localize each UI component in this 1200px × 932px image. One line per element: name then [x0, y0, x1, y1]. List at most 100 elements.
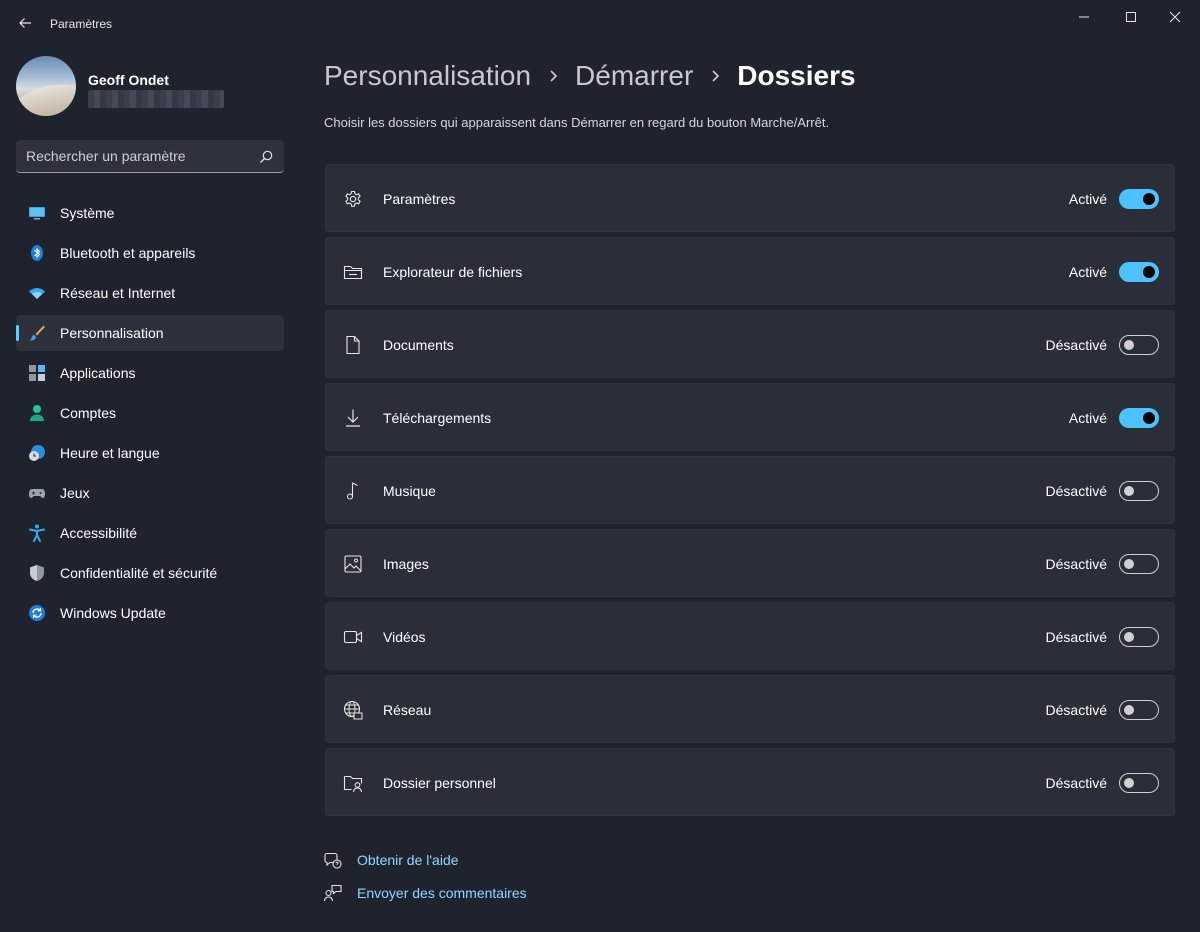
folder-row-parametres: Paramètres Activé [325, 164, 1175, 232]
image-icon [344, 555, 362, 573]
folder-list: Paramètres Activé Explorateur de fichier… [325, 164, 1175, 821]
profile-name: Geoff Ondet [88, 72, 169, 88]
document-icon [346, 335, 360, 355]
folder-label: Dossier personnel [383, 775, 496, 791]
sidebar-item-label: Applications [60, 365, 136, 381]
maximize-button[interactable] [1108, 6, 1154, 28]
personal-folder-icon [343, 775, 363, 793]
folder-label: Paramètres [383, 191, 456, 207]
toggle-explorateur[interactable] [1119, 262, 1159, 282]
sidebar-item-systeme[interactable]: Système [16, 195, 284, 231]
page-description: Choisir les dossiers qui apparaissent da… [324, 115, 830, 130]
account-icon [30, 405, 44, 421]
toggle-reseau[interactable] [1119, 700, 1159, 720]
toggle-state-text: Désactivé [1045, 775, 1107, 791]
folder-row-explorateur: Explorateur de fichiers Activé [325, 237, 1175, 305]
send-feedback-link[interactable]: Envoyer des commentaires [357, 885, 527, 901]
get-help-link[interactable]: Obtenir de l'aide [357, 852, 459, 868]
folder-row-documents: Documents Désactivé [325, 310, 1175, 378]
sidebar-item-label: Windows Update [60, 605, 166, 621]
minimize-button[interactable] [1061, 6, 1107, 28]
chevron-right-icon [531, 58, 575, 94]
sidebar-item-label: Comptes [60, 405, 117, 421]
music-note-icon [346, 482, 358, 500]
toggle-dossier-personnel[interactable] [1119, 773, 1159, 793]
sidebar-item-comptes[interactable]: Comptes [16, 395, 284, 431]
folder-row-reseau: Réseau Désactivé [325, 675, 1175, 743]
folder-label: Images [383, 556, 429, 572]
close-button[interactable] [1152, 6, 1198, 28]
sidebar-item-label: Système [60, 205, 115, 221]
sidebar-item-label: Jeux [60, 485, 90, 501]
folder-label: Explorateur de fichiers [383, 264, 523, 280]
sidebar-item-label: Réseau et Internet [60, 285, 176, 301]
sidebar-item-label: Personnalisation [60, 325, 164, 341]
sidebar-item-bluetooth[interactable]: Bluetooth et appareils [16, 235, 284, 271]
toggle-videos[interactable] [1119, 627, 1159, 647]
toggle-state-text: Désactivé [1045, 702, 1107, 718]
help-chat-icon [324, 852, 342, 869]
sidebar-item-applications[interactable]: Applications [16, 355, 284, 391]
folder-row-videos: Vidéos Désactivé [325, 602, 1175, 670]
back-button[interactable] [12, 10, 38, 36]
toggle-state-text: Activé [1068, 410, 1107, 426]
sidebar-item-heure-langue[interactable]: Heure et langue [16, 435, 284, 471]
toggle-musique[interactable] [1119, 481, 1159, 501]
folder-label: Musique [383, 483, 436, 499]
page-title: Dossiers [737, 60, 856, 91]
close-icon [1169, 11, 1181, 23]
download-icon [346, 409, 360, 427]
file-explorer-icon [343, 265, 363, 280]
toggle-documents[interactable] [1119, 335, 1159, 355]
toggle-state-text: Activé [1068, 264, 1107, 280]
network-globe-icon [343, 700, 363, 720]
update-icon [29, 605, 45, 621]
sidebar-item-personnalisation[interactable]: Personnalisation [16, 315, 284, 351]
sidebar-nav: Système Bluetooth et appareils Réseau et… [16, 195, 284, 635]
minimize-icon [1079, 16, 1089, 18]
sidebar-item-confidentialite[interactable]: Confidentialité et sécurité [16, 555, 284, 591]
user-profile[interactable]: Geoff Ondet [16, 56, 286, 120]
search-box[interactable] [16, 140, 284, 173]
sidebar-item-label: Accessibilité [60, 525, 138, 541]
bluetooth-icon [31, 245, 43, 261]
apps-icon [29, 365, 45, 381]
wifi-icon [29, 288, 45, 299]
toggle-images[interactable] [1119, 554, 1159, 574]
profile-email-redacted [88, 90, 224, 108]
folder-label: Documents [383, 337, 454, 353]
sidebar-item-accessibilite[interactable]: Accessibilité [16, 515, 284, 551]
search-icon[interactable] [258, 149, 274, 165]
sidebar-item-windows-update[interactable]: Windows Update [16, 595, 284, 631]
help-links: Obtenir de l'aide Envoyer des commentair… [324, 848, 584, 914]
toggle-state-text: Désactivé [1045, 483, 1107, 499]
chevron-right-icon [693, 58, 737, 94]
toggle-telechargements[interactable] [1119, 408, 1159, 428]
toggle-state-text: Activé [1068, 191, 1107, 207]
avatar [16, 56, 76, 116]
folder-label: Réseau [383, 702, 432, 718]
toggle-parametres[interactable] [1119, 189, 1159, 209]
folder-row-telechargements: Téléchargements Activé [325, 383, 1175, 451]
paintbrush-icon [29, 325, 45, 341]
feedback-link-row[interactable]: Envoyer des commentaires [324, 881, 584, 914]
gear-icon [345, 190, 361, 207]
feedback-icon [324, 884, 342, 902]
search-input[interactable] [26, 140, 246, 172]
video-icon [343, 630, 363, 644]
breadcrumb: Personnalisation Démarrer Dossiers [324, 58, 856, 94]
breadcrumb-demarrer[interactable]: Démarrer [575, 60, 693, 92]
accessibility-icon [29, 524, 45, 542]
folder-row-musique: Musique Désactivé [325, 456, 1175, 524]
help-link-row[interactable]: Obtenir de l'aide [324, 848, 584, 881]
monitor-icon [29, 207, 45, 220]
sidebar-item-jeux[interactable]: Jeux [16, 475, 284, 511]
clock-globe-icon [29, 445, 45, 461]
app-title: Paramètres [50, 17, 113, 31]
toggle-state-text: Désactivé [1045, 556, 1107, 572]
folder-row-dossier-personnel: Dossier personnel Désactivé [325, 748, 1175, 816]
sidebar-item-label: Confidentialité et sécurité [60, 565, 218, 581]
sidebar-item-reseau[interactable]: Réseau et Internet [16, 275, 284, 311]
shield-icon [30, 565, 44, 581]
breadcrumb-personnalisation[interactable]: Personnalisation [324, 60, 531, 92]
